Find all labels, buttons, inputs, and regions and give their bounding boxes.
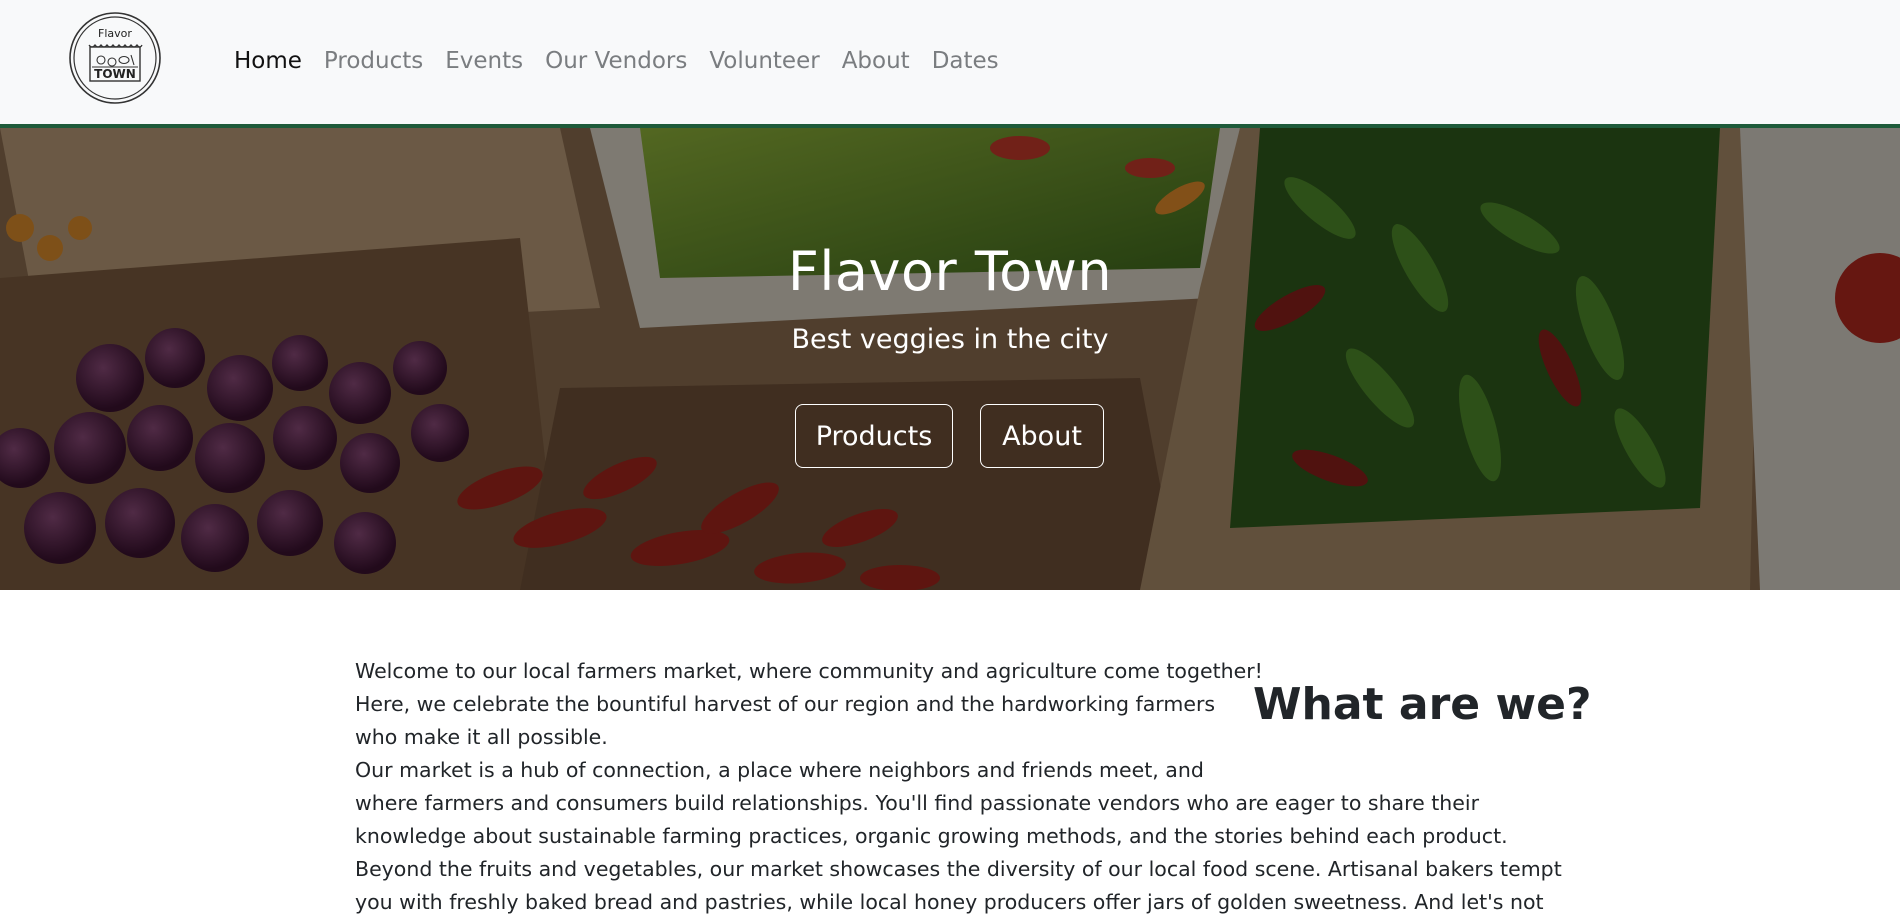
about-section: What are we? Welcome to our local farmer… (355, 655, 1591, 919)
hero-subtitle: Best veggies in the city (791, 324, 1109, 355)
svg-text:TOWN: TOWN (94, 67, 136, 81)
nav-link-dates[interactable]: Dates (932, 48, 999, 74)
intro-line: Our market is a hub of connection, a pla… (355, 758, 1204, 782)
intro-line: you with freshly baked bread and pastrie… (355, 890, 1544, 914)
hero-title: Flavor Town (787, 240, 1113, 303)
hero-overlay (0, 128, 1900, 590)
nav-link-products[interactable]: Products (324, 48, 423, 74)
section-heading: What are we? (1253, 679, 1592, 730)
flavor-town-logo[interactable]: Flavor TOWN (68, 11, 162, 105)
hero-products-button[interactable]: Products (795, 404, 953, 468)
intro-line: Beyond the fruits and vegetables, our ma… (355, 857, 1562, 881)
nav-link-home[interactable]: Home (234, 48, 302, 74)
nav-link-volunteer[interactable]: Volunteer (709, 48, 819, 74)
hero-about-button[interactable]: About (980, 404, 1104, 468)
navbar: Flavor TOWN Home Products Events Our Ven… (0, 0, 1900, 128)
intro-line: knowledge about sustainable farming prac… (355, 824, 1508, 848)
nav-link-events[interactable]: Events (445, 48, 523, 74)
svg-text:Flavor: Flavor (98, 27, 132, 40)
main-nav: Home Products Events Our Vendors Volunte… (234, 44, 1021, 78)
intro-line: where farmers and consumers build relati… (355, 791, 1479, 815)
nav-link-our-vendors[interactable]: Our Vendors (545, 48, 687, 74)
hero-banner: Flavor Town Best veggies in the city Pro… (0, 128, 1900, 590)
nav-link-about[interactable]: About (842, 48, 910, 74)
